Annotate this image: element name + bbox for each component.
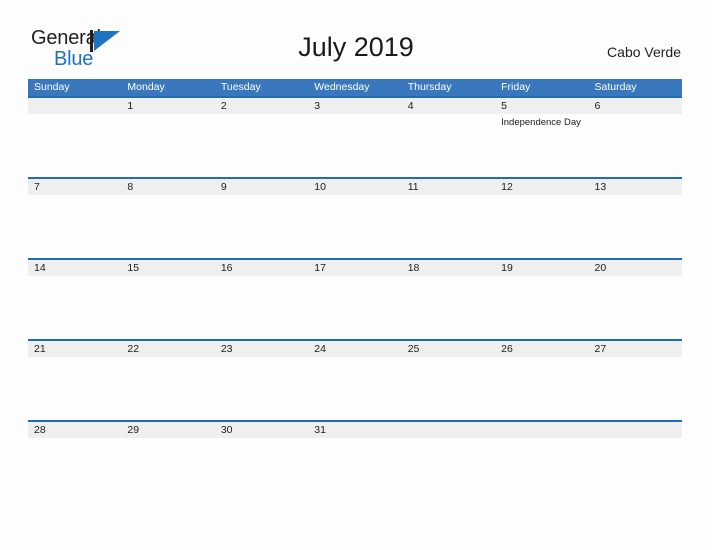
day-cell[interactable]: 12	[495, 179, 588, 258]
day-number: 10	[314, 181, 326, 193]
day-cell[interactable]: 21	[28, 341, 121, 420]
day-number: 22	[127, 343, 140, 355]
day-cell[interactable]: 6	[589, 98, 682, 177]
day-cell[interactable]: 13	[589, 179, 682, 258]
day-number: 3	[314, 100, 321, 112]
calendar-page: General Blue July 2019 Cabo Verde Sunday…	[0, 0, 712, 550]
weekday-header-saturday: Saturday	[594, 81, 637, 93]
day-cell[interactable]: 4	[402, 98, 495, 177]
day-number	[595, 422, 682, 438]
day-number: 16	[220, 262, 233, 274]
day-cell[interactable]: 22	[121, 341, 214, 420]
day-number: 13	[594, 181, 607, 193]
day-number: 19	[501, 262, 513, 274]
day-number: 2	[220, 100, 227, 112]
day-cell[interactable]	[28, 98, 121, 177]
day-cell[interactable]: 15	[121, 260, 214, 339]
day-cell[interactable]: 24	[308, 341, 401, 420]
day-cell[interactable]: 11	[402, 179, 495, 258]
day-cell-container: 14 15 16 17 18 19 20	[28, 260, 682, 339]
day-number	[408, 422, 495, 438]
day-number: 20	[594, 262, 607, 274]
day-cell[interactable]	[495, 422, 588, 501]
day-number: 17	[314, 262, 326, 274]
day-cell[interactable]	[402, 422, 495, 501]
calendar-week-row: 21 22 23 24 25 26 27	[28, 339, 682, 420]
day-number: 15	[127, 262, 140, 274]
day-event-list: Independence Day	[501, 117, 588, 129]
day-cell[interactable]: 1	[121, 98, 214, 177]
day-number: 7	[34, 181, 40, 193]
day-number: 21	[34, 343, 46, 355]
calendar-week-row: 7 8 9 10 11 12 13	[28, 177, 682, 258]
day-number: 24	[314, 343, 326, 355]
day-cell-container: 7 8 9 10 11 12 13	[28, 179, 682, 258]
day-number: 11	[407, 181, 419, 193]
day-number: 14	[34, 262, 46, 274]
calendar-week-row: 14 15 16 17 18 19 20	[28, 258, 682, 339]
calendar-grid: Sunday Monday Tuesday Wednesday Thursday…	[28, 79, 682, 501]
day-cell[interactable]: 3	[308, 98, 401, 177]
calendar-region-label: Cabo Verde	[607, 44, 681, 60]
day-cell-holiday[interactable]: 5 Independence Day	[495, 98, 588, 177]
day-event-label: Independence Day	[501, 117, 581, 128]
day-number: 29	[127, 424, 140, 436]
day-cell[interactable]: 20	[589, 260, 682, 339]
day-cell[interactable]: 29	[121, 422, 214, 501]
calendar-week-row: 28 29 30 31	[28, 420, 682, 501]
day-cell[interactable]	[589, 422, 682, 501]
page-title: July 2019	[298, 32, 414, 62]
day-number	[501, 422, 588, 438]
day-number: 12	[501, 181, 513, 193]
day-number	[34, 98, 121, 114]
day-cell-container: 1 2 3 4 5 Independence Day 6	[28, 98, 682, 177]
day-cell[interactable]: 18	[402, 260, 495, 339]
day-cell[interactable]: 10	[308, 179, 401, 258]
day-cell[interactable]: 28	[28, 422, 121, 501]
day-cell[interactable]: 19	[495, 260, 588, 339]
day-number: 1	[127, 100, 134, 112]
day-cell-container: 28 29 30 31	[28, 422, 682, 501]
day-number: 27	[594, 343, 607, 355]
day-cell[interactable]: 23	[215, 341, 308, 420]
day-cell[interactable]: 8	[121, 179, 214, 258]
day-cell[interactable]: 14	[28, 260, 121, 339]
page-header: General Blue July 2019 Cabo Verde	[0, 0, 712, 70]
day-number: 18	[407, 262, 420, 274]
day-cell-container: 21 22 23 24 25 26 27	[28, 341, 682, 420]
day-cell[interactable]: 26	[495, 341, 588, 420]
day-number: 5	[501, 100, 507, 112]
day-cell[interactable]: 27	[589, 341, 682, 420]
day-cell[interactable]: 17	[308, 260, 401, 339]
day-number: 23	[220, 343, 233, 355]
day-cell[interactable]: 9	[215, 179, 308, 258]
day-number: 4	[407, 100, 414, 112]
day-cell[interactable]: 25	[402, 341, 495, 420]
day-number: 28	[34, 424, 46, 436]
day-cell[interactable]: 30	[215, 422, 308, 501]
weekday-header-sunday: Sunday	[34, 81, 70, 93]
weekday-header-row: Sunday Monday Tuesday Wednesday Thursday…	[28, 79, 682, 96]
day-number: 9	[220, 181, 227, 193]
weekday-header-friday: Friday	[501, 81, 531, 93]
weekday-header-monday: Monday	[127, 81, 165, 93]
weekday-header-tuesday: Tuesday	[220, 81, 261, 93]
day-number: 25	[407, 343, 420, 355]
calendar-week-row: 1 2 3 4 5 Independence Day 6	[28, 96, 682, 177]
day-cell[interactable]: 16	[215, 260, 308, 339]
day-number: 30	[220, 424, 233, 436]
weekday-header-wednesday: Wednesday	[314, 81, 370, 93]
day-cell[interactable]: 31	[308, 422, 401, 501]
day-cell[interactable]: 2	[215, 98, 308, 177]
day-number: 8	[127, 181, 134, 193]
day-number: 26	[501, 343, 513, 355]
weekday-header-thursday: Thursday	[407, 81, 452, 93]
day-number: 6	[594, 100, 601, 112]
day-cell[interactable]: 7	[28, 179, 121, 258]
day-number: 31	[314, 424, 326, 436]
